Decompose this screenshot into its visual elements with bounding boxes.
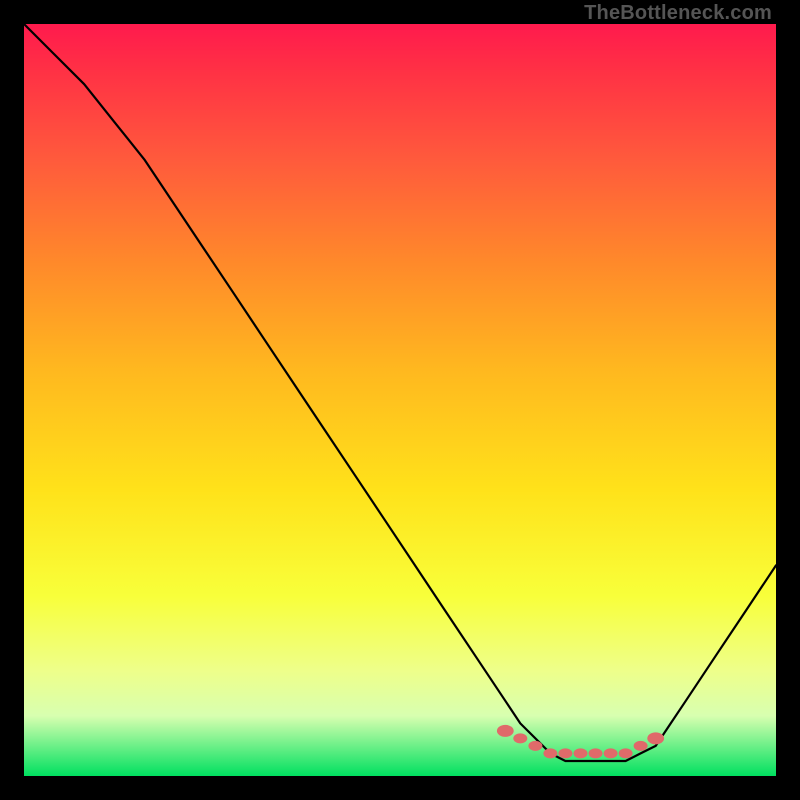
watermark-text: TheBottleneck.com bbox=[584, 2, 772, 25]
optimal-marker bbox=[619, 748, 633, 758]
optimal-marker bbox=[558, 748, 572, 758]
optimal-marker bbox=[513, 733, 527, 743]
optimal-marker bbox=[574, 748, 588, 758]
optimal-marker bbox=[528, 741, 542, 751]
optimal-marker bbox=[543, 748, 557, 758]
optimal-marker bbox=[604, 748, 618, 758]
bottleneck-curve bbox=[24, 24, 776, 761]
optimal-marker bbox=[647, 732, 664, 744]
chart-svg bbox=[24, 24, 776, 776]
optimal-marker bbox=[589, 748, 603, 758]
optimal-marker bbox=[497, 725, 514, 737]
optimal-marker bbox=[634, 741, 648, 751]
